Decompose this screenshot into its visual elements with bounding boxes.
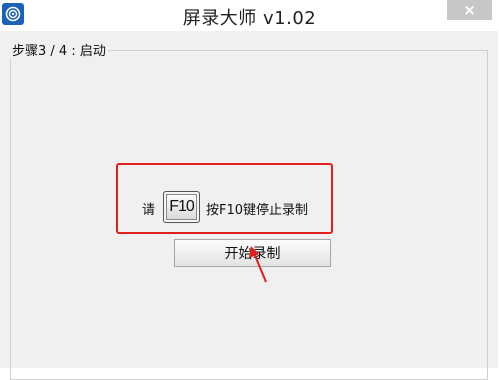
window-title: 屏录大师 v1.02 xyxy=(182,8,317,29)
close-icon: × xyxy=(463,0,476,19)
title-bar: 屏录大师 v1.02 × xyxy=(0,0,499,31)
instruction-prefix: 请 xyxy=(142,203,156,218)
f10-key-icon: F10 xyxy=(163,191,200,223)
f10-key-label: F10 xyxy=(169,198,195,215)
instruction-text: 按F10键停止录制 xyxy=(206,203,309,218)
start-recording-button[interactable]: 开始录制 xyxy=(174,239,331,267)
app-window: 屏录大师 v1.02 × 步骤3 / 4 : 启动 请 F10 按F10键停止录… xyxy=(0,0,499,380)
close-button[interactable]: × xyxy=(447,0,492,20)
step-legend: 步骤3 / 4 : 启动 xyxy=(10,40,108,59)
